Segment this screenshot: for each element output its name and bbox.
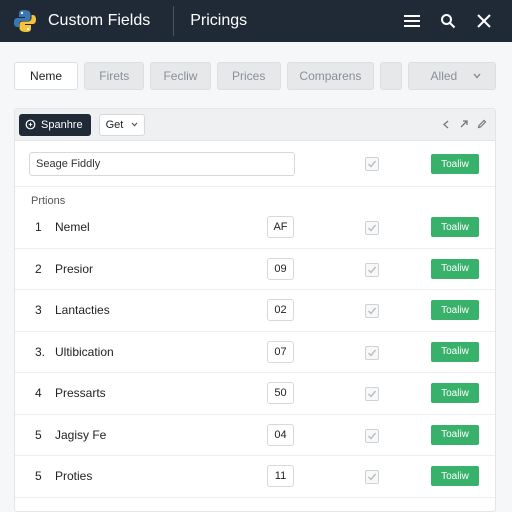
tab-blank[interactable] [380,62,402,90]
row-action-button[interactable]: Toaliw [431,300,479,320]
tab-prices[interactable]: Prices [216,62,281,90]
row-name: Proties [55,469,93,483]
tab-firets[interactable]: Firets [84,62,145,90]
row-number: 4 [35,386,42,400]
tab-label: Alled [430,69,458,83]
row-value-field[interactable]: 02 [267,299,294,321]
search-action-button[interactable]: Toaliw [431,154,479,174]
card-toolbar: Spanhre Get [15,109,495,141]
row-checkbox[interactable] [365,470,379,484]
sparkle-button[interactable]: Spanhre [19,113,91,136]
search-checkbox[interactable] [365,157,379,171]
chevron-down-icon [131,122,138,127]
row-action-button[interactable]: Toaliw [431,424,479,445]
row-value-field[interactable]: 07 [267,340,294,363]
search-row: Toaliw [15,141,495,187]
edit-icon[interactable] [477,118,487,132]
checkmark-icon [368,307,377,315]
row-checkbox[interactable] [365,221,379,235]
list-item: 1 Nemel AF Toaliw [15,207,495,249]
row-name: Ultibication [55,344,114,359]
row-number: 5 [35,469,42,483]
sparkle-icon [25,119,36,130]
app-title: Custom Fields [48,12,151,29]
row-name: Nemel [55,220,90,234]
row-checkbox[interactable] [365,262,379,277]
tab-label: Comparens [299,69,362,83]
checkmark-icon [368,224,377,232]
row-name: Presior [55,261,94,276]
row-value-field[interactable]: AF [267,216,294,238]
checkmark-icon [368,473,377,481]
list-item: 5 Proties 11 Toaliw [15,456,495,498]
tab-comparens[interactable]: Comparens [286,62,375,90]
checkmark-icon [368,266,377,274]
checkmark-icon [368,432,377,440]
tab-label: Prices [231,69,266,83]
row-number: 2 [35,261,42,276]
row-number: 3 [35,303,42,317]
row-action-button[interactable]: Toaliw [431,341,479,362]
tab-fecliw[interactable]: Fecliw [150,62,211,90]
tab-bar: Neme Firets Fecliw Prices Comparens Alle… [14,62,496,90]
tab-alled-dropdown[interactable]: Alled [407,62,496,90]
search-input[interactable] [29,152,295,176]
row-checkbox[interactable] [365,387,379,401]
row-action-button[interactable]: Toaliw [431,258,479,279]
page-title: Pricings [190,12,248,29]
share-icon[interactable] [459,118,469,132]
list-item: 4 Pressarts 50 Toaliw [15,373,495,415]
search-button[interactable] [430,3,466,39]
hamburger-menu-icon [404,15,420,27]
row-action-button[interactable]: Toaliw [431,217,479,237]
checkmark-icon [368,349,377,357]
chevron-down-icon [473,73,481,79]
row-value-field[interactable]: 04 [267,423,294,446]
pricing-card: Spanhre Get Toaliw Prtions 1 Nemel [14,108,496,512]
row-value-field[interactable]: 09 [267,257,294,280]
checkmark-icon [368,390,377,398]
main-panel: Neme Firets Fecliw Prices Comparens Alle… [0,42,512,512]
row-value-field[interactable]: 50 [267,382,294,404]
row-checkbox[interactable] [365,428,379,443]
row-name: Lantacties [55,303,110,317]
search-icon [441,14,456,29]
row-name: Pressarts [55,386,106,400]
close-button[interactable] [466,3,502,39]
row-action-button[interactable]: Toaliw [431,383,479,403]
list-item: 3 Lantacties 02 Toaliw [15,290,495,332]
menu-button[interactable] [394,3,430,39]
tab-label: Firets [99,69,130,83]
back-icon[interactable] [442,118,451,132]
row-checkbox[interactable] [365,304,379,318]
list-item: 3. Ultibication 07 Toaliw [15,332,495,373]
list-item: 2 Presior 09 Toaliw [15,249,495,290]
toolbar-actions [442,109,487,141]
list-item: 5 Jagisy Fe 04 Toaliw [15,415,495,456]
section-label: Prtions [31,195,66,207]
checkmark-icon [368,160,377,168]
tab-neme[interactable]: Neme [14,62,79,90]
get-dropdown[interactable]: Get [98,113,146,136]
pricing-list: 1 Nemel AF Toaliw 2 Presior 09 Toaliw 3 … [15,207,495,498]
row-number: 3. [35,344,46,359]
title-bar: Custom Fields Pricings [0,0,512,42]
row-number: 5 [35,427,42,442]
close-icon [477,14,491,28]
get-label: Get [105,118,124,131]
row-checkbox[interactable] [365,345,379,360]
tab-label: Neme [30,69,63,83]
title-divider [173,6,175,36]
row-action-button[interactable]: Toaliw [431,466,479,486]
sparkle-label: Spanhre [41,118,83,131]
python-logo-icon [14,10,36,32]
row-value-field[interactable]: 11 [267,465,294,487]
row-name: Jagisy Fe [55,427,107,442]
row-number: 1 [35,220,42,234]
tab-label: Fecliw [163,69,198,83]
